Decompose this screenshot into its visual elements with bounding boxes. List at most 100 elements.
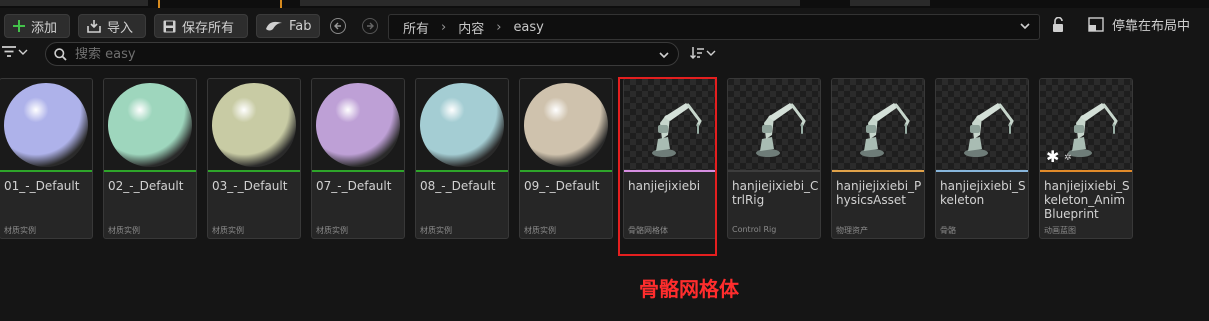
asset-type-stripe [728, 170, 820, 172]
dock-in-layout-button[interactable]: 停靠在布局中 [1088, 15, 1190, 34]
import-button-label: 导入 [107, 20, 134, 36]
content-browser-toolbar: 添加 导入 保存所有 Fab 所有 › 内容 › easy 停靠在布局中 [0, 12, 1209, 42]
search-field[interactable] [45, 42, 679, 66]
tab-strip-segment [850, 0, 930, 6]
asset-thumbnail [728, 79, 820, 171]
arrow-right-icon [367, 22, 374, 30]
sphere-icon [4, 83, 88, 167]
save-icon [163, 20, 176, 32]
material-thumbnail [208, 79, 300, 171]
breadcrumb-item-easy[interactable]: easy [513, 20, 543, 35]
asset-type-label: 材质实例 [108, 226, 140, 235]
asset-name: 07_-_Default [316, 179, 392, 193]
asset-thumbnail [936, 79, 1028, 171]
asset-name: hanjiejixiebi_Skeleton_AnimBlueprint [1044, 179, 1130, 221]
sphere-icon [524, 83, 608, 167]
asset-type-label: Control Rig [732, 225, 777, 234]
asset-tile[interactable]: 07_-_Default 材质实例 [311, 78, 405, 239]
asset-name: hanjiejixiebi_PhysicsAsset [836, 179, 922, 207]
sphere-icon [316, 83, 400, 167]
chevron-down-icon[interactable] [658, 49, 670, 61]
dock-label: 停靠在布局中 [1112, 19, 1191, 34]
asset-type-stripe [832, 170, 924, 172]
import-button[interactable]: 导入 [78, 14, 146, 38]
add-button-label: 添加 [31, 20, 58, 36]
chevron-down-icon [706, 50, 716, 56]
asset-thumbnail [832, 79, 924, 171]
asset-type-label: 动画蓝图 [1044, 226, 1076, 235]
asset-type-stripe [520, 170, 612, 172]
anim-blueprint-icon: ✱ [1046, 147, 1060, 166]
robot-arm-icon [860, 103, 910, 157]
sphere-icon [212, 83, 296, 167]
add-button[interactable]: 添加 [4, 14, 70, 38]
chevron-down-icon[interactable] [1019, 20, 1031, 32]
sparkle-icon: ✲ [1064, 153, 1072, 163]
asset-type-label: 材质实例 [524, 226, 556, 235]
asset-type-stripe [104, 170, 196, 172]
plus-icon [13, 20, 25, 32]
asset-tile[interactable]: 08_-_Default 材质实例 [415, 78, 509, 239]
material-thumbnail [520, 79, 612, 171]
asset-type-stripe [0, 170, 92, 172]
asset-type-label: 材质实例 [212, 226, 244, 235]
asset-type-label: 材质实例 [316, 226, 348, 235]
material-thumbnail [312, 79, 404, 171]
back-button[interactable] [330, 18, 346, 34]
asset-tile[interactable]: hanjiejixiebi_Skeleton 骨骼 [935, 78, 1029, 239]
robot-arm-icon [756, 103, 806, 157]
tab-strip-segment [300, 0, 800, 6]
search-icon [54, 47, 67, 61]
asset-tile[interactable]: 09_-_Default 材质实例 [519, 78, 613, 239]
fab-icon [266, 21, 282, 30]
asset-type-stripe [936, 170, 1028, 172]
material-thumbnail [104, 79, 196, 171]
breadcrumb-separator-icon: › [496, 19, 502, 35]
asset-tile[interactable]: hanjiejixiebi_PhysicsAsset 物理资产 [831, 78, 925, 239]
path-breadcrumb: 所有 › 内容 › easy [388, 14, 1040, 40]
dock-icon [1088, 17, 1104, 32]
import-icon [87, 19, 101, 33]
breadcrumb-separator-icon: › [441, 19, 447, 35]
asset-type-stripe [1040, 170, 1132, 172]
fab-button-label: Fab [289, 18, 312, 34]
sort-icon [690, 47, 704, 60]
material-thumbnail [416, 79, 508, 171]
forward-button[interactable] [362, 18, 378, 34]
save-all-button-label: 保存所有 [182, 20, 235, 36]
fab-button[interactable]: Fab [256, 14, 320, 38]
asset-name: 02_-_Default [108, 179, 184, 193]
filter-button[interactable] [2, 46, 28, 57]
asset-type-label: 物理资产 [836, 226, 868, 235]
asset-name: hanjiejixiebi_Skeleton [940, 179, 1026, 207]
asset-tile[interactable]: 01_-_Default 材质实例 [0, 78, 93, 239]
asset-type-label: 骨骼 [940, 226, 956, 235]
breadcrumb-item-content[interactable]: 内容 [458, 18, 484, 37]
save-all-button[interactable]: 保存所有 [154, 14, 248, 38]
asset-tile[interactable]: 02_-_Default 材质实例 [103, 78, 197, 239]
sphere-icon [420, 83, 504, 167]
breadcrumb-item-all[interactable]: 所有 [403, 18, 429, 37]
tab-strip-segment [0, 0, 148, 6]
asset-type-stripe [416, 170, 508, 172]
robot-arm-icon [964, 103, 1014, 157]
arrow-left-icon [334, 22, 341, 30]
lock-icon[interactable] [1052, 17, 1066, 33]
chevron-down-icon [18, 49, 28, 55]
asset-name: 09_-_Default [524, 179, 600, 193]
window-tab-strip [0, 0, 1209, 8]
annotation-label: 骨骼网格体 [639, 277, 739, 301]
filter-icon [2, 46, 16, 57]
search-input[interactable] [75, 46, 635, 62]
sphere-icon [108, 83, 192, 167]
material-thumbnail [0, 79, 92, 171]
asset-tile[interactable]: 03_-_Default 材质实例 [207, 78, 301, 239]
asset-type-stripe [312, 170, 404, 172]
asset-tile[interactable]: hanjiejixiebi_CtrlRig Control Rig [727, 78, 821, 239]
sort-button[interactable] [690, 46, 716, 60]
filter-row [0, 42, 1209, 68]
asset-name: hanjiejixiebi_CtrlRig [732, 179, 819, 207]
highlight-box [618, 77, 717, 256]
asset-type-label: 材质实例 [4, 226, 36, 235]
asset-tile[interactable]: ✱ ✲ hanjiejixiebi_Skeleton_AnimBlueprint 动画… [1039, 78, 1133, 239]
